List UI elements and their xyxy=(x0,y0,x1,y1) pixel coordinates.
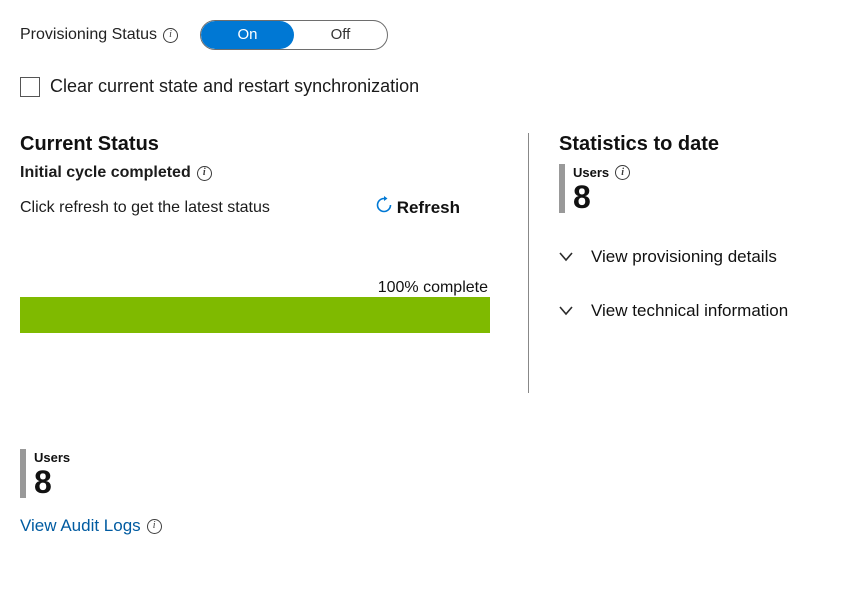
expand-label: View technical information xyxy=(591,301,788,321)
stat-accent-bar xyxy=(559,164,565,213)
view-provisioning-details[interactable]: View provisioning details xyxy=(559,247,824,267)
info-icon[interactable]: i xyxy=(147,519,162,534)
refresh-icon xyxy=(375,196,393,219)
users-bottom-label: Users xyxy=(34,450,70,465)
column-divider xyxy=(528,133,529,393)
chevron-down-icon xyxy=(559,306,573,316)
users-stat-label: Users xyxy=(573,165,609,180)
refresh-button[interactable]: Refresh xyxy=(375,196,460,219)
toggle-on[interactable]: On xyxy=(201,21,294,49)
current-status-subtitle: Initial cycle completed xyxy=(20,164,191,182)
stat-accent-bar xyxy=(20,449,26,498)
progress-bar xyxy=(20,297,490,333)
status-hint: Click refresh to get the latest status xyxy=(20,199,270,217)
provisioning-toggle[interactable]: On Off xyxy=(200,20,388,50)
current-status-title: Current Status xyxy=(20,133,490,156)
clear-state-label: Clear current state and restart synchron… xyxy=(50,76,419,97)
toggle-off[interactable]: Off xyxy=(294,21,387,49)
refresh-label: Refresh xyxy=(397,198,460,218)
chevron-down-icon xyxy=(559,252,573,262)
view-technical-information[interactable]: View technical information xyxy=(559,301,824,321)
users-stat-value: 8 xyxy=(573,181,630,213)
info-icon[interactable]: i xyxy=(615,165,630,180)
users-bottom-value: 8 xyxy=(34,466,70,498)
statistics-title: Statistics to date xyxy=(559,133,824,156)
provisioning-status-label: Provisioning Status xyxy=(20,26,157,44)
info-icon[interactable]: i xyxy=(197,166,212,181)
view-audit-logs-link[interactable]: View Audit Logs i xyxy=(20,516,162,536)
expand-label: View provisioning details xyxy=(591,247,777,267)
audit-link-label: View Audit Logs xyxy=(20,516,141,536)
progress-label: 100% complete xyxy=(20,279,490,297)
info-icon[interactable]: i xyxy=(163,28,178,43)
clear-state-checkbox[interactable] xyxy=(20,77,40,97)
